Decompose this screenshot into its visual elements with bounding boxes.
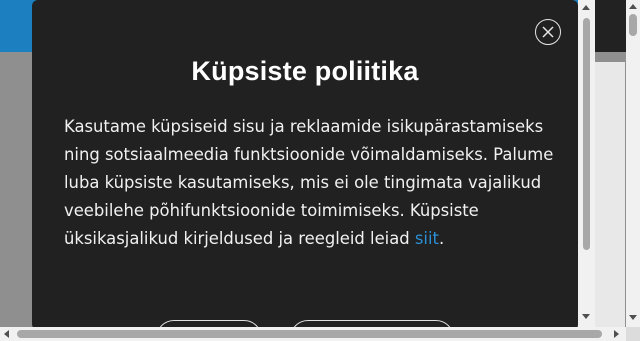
page-scrollbar-thumb[interactable] <box>629 14 637 36</box>
scrollbar-thumb[interactable] <box>583 18 590 250</box>
cookie-policy-modal: Küpsiste poliitika Kasutame küpsiseid si… <box>32 0 578 330</box>
page-side-panel <box>595 62 625 327</box>
scroll-right-arrow-icon[interactable] <box>614 330 619 338</box>
modal-vertical-scrollbar[interactable] <box>578 0 595 327</box>
policy-text: Kasutame küpsiseid sisu ja reklaamide is… <box>64 117 554 248</box>
page-scroll-down-arrow-icon[interactable] <box>629 315 637 320</box>
policy-text-end: . <box>438 229 445 248</box>
horizontal-scrollbar-thumb[interactable] <box>17 330 602 338</box>
page-scroll-up-arrow-icon[interactable] <box>629 4 637 9</box>
scroll-down-arrow-icon[interactable] <box>582 314 590 319</box>
modal-title: Küpsiste poliitika <box>191 56 419 86</box>
scrollbar-corner <box>626 327 640 341</box>
modal-body-text: Kasutame küpsiseid sisu ja reklaamide is… <box>64 113 556 253</box>
page-vertical-scrollbar[interactable] <box>626 0 640 327</box>
policy-details-link[interactable]: siit <box>415 229 439 248</box>
scroll-up-arrow-icon[interactable] <box>582 5 590 10</box>
horizontal-scrollbar[interactable] <box>0 327 626 341</box>
close-icon <box>542 26 554 38</box>
scroll-left-arrow-icon[interactable] <box>4 330 9 338</box>
close-button[interactable] <box>535 19 561 45</box>
